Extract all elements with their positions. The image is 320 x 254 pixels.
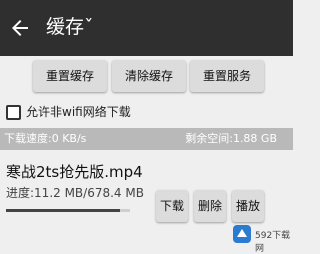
task-file-name: 寒战2ts抢先版.mp4 [6, 163, 143, 181]
download-speed: 下载速度:0 KB/s [4, 132, 87, 145]
play-button[interactable]: 播放 [232, 190, 264, 222]
back-arrow-icon[interactable] [8, 16, 32, 40]
task-progress-bar [6, 209, 130, 212]
task-progress-fill [6, 209, 121, 212]
reset-service-button[interactable]: 重置服务 [190, 60, 264, 92]
download-button[interactable]: 下载 [156, 190, 188, 222]
site-logo-icon [233, 225, 251, 243]
page-title: 缓存ˇ [46, 16, 94, 38]
wifi-only-checkbox[interactable] [6, 105, 21, 120]
status-bar: 下载速度:0 KB/s 剩余空间:1.88 GB [0, 128, 293, 150]
watermark-text: 592下载网 [255, 231, 291, 254]
clear-cache-button[interactable]: 清除缓存 [112, 60, 186, 92]
site-watermark: 592下载网 [230, 220, 292, 254]
reset-cache-button[interactable]: 重置缓存 [33, 60, 107, 92]
app-bar: 缓存ˇ [0, 0, 293, 56]
free-space: 剩余空间:1.88 GB [185, 132, 277, 145]
task-progress-text: 进度:11.2 MB/678.4 MB [6, 186, 144, 200]
wifi-only-label[interactable]: 允许非wifi网络下载 [26, 104, 131, 120]
delete-button[interactable]: 删除 [194, 190, 226, 222]
